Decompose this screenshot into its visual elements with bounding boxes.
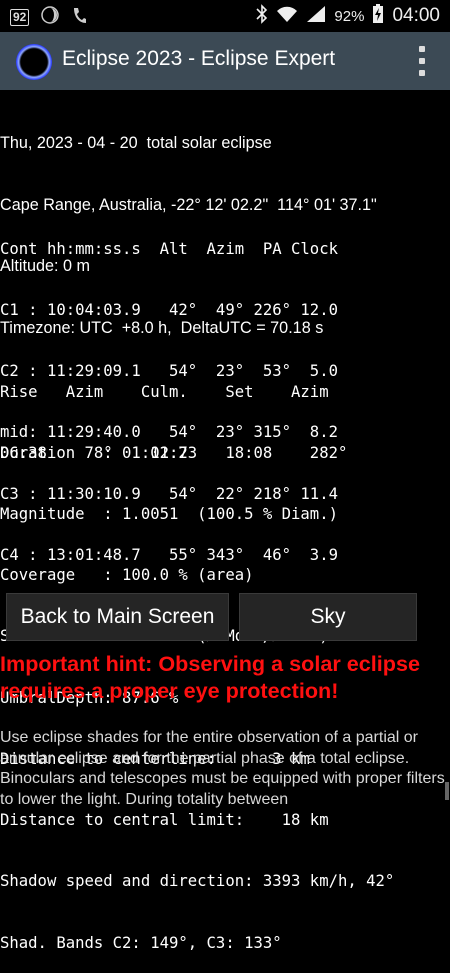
detail-duration: Duration : 01:01.7 — [0, 443, 188, 462]
overflow-menu-icon[interactable] — [418, 46, 426, 76]
sky-button[interactable]: Sky — [239, 593, 417, 641]
detail-shadow-speed: Shadow speed and direction: 3393 km/h, 4… — [0, 872, 395, 891]
battery-charging-icon — [372, 4, 384, 28]
eye-protection-text: Use eclipse shades for the entire observ… — [0, 729, 445, 808]
action-bar: Eclipse 2023 - Eclipse Expert — [0, 32, 450, 90]
scrollbar[interactable] — [445, 782, 449, 800]
phone-missed-icon — [71, 6, 87, 29]
eclipse-app-icon — [16, 44, 52, 80]
detail-coverage: Coverage : 100.0 % (area) — [0, 566, 254, 585]
bluetooth-icon — [256, 4, 268, 28]
eye-protection-hint: Important hint: Observing a solar eclips… — [0, 651, 420, 703]
contacts-header: Cont hh:mm:ss.s Alt Azim PA Clock — [0, 239, 338, 258]
back-to-main-button[interactable]: Back to Main Screen — [6, 593, 229, 641]
moon-icon — [41, 6, 60, 29]
detail-magnitude: Magnitude : 1.0051 (100.5 % Diam.) — [0, 505, 338, 524]
sun-times-header: Rise Azim Culm. Set Azim — [0, 382, 329, 401]
status-bar: 92 92% 04:00 — [0, 0, 450, 32]
signal-icon — [306, 5, 326, 27]
wifi-icon — [276, 5, 298, 27]
detail-distance-central-limit: Distance to central limit: 18 km — [0, 811, 329, 830]
contact-row-c1: C1 : 10:04:03.9 42° 49° 226° 12.0 — [0, 301, 338, 320]
status-left-icons: 92 — [10, 6, 87, 29]
notification-badge: 92 — [10, 9, 30, 26]
app-title: Eclipse 2023 - Eclipse Expert — [62, 47, 336, 70]
date-line: Thu, 2023 - 04 - 20 total solar eclipse — [0, 134, 272, 152]
detail-shadow-bands: Shad. Bands C2: 149°, C3: 133° — [0, 933, 282, 952]
battery-percent: 92% — [334, 7, 365, 25]
status-right-icons: 92% 04:00 — [256, 4, 440, 28]
clock: 04:00 — [392, 5, 440, 26]
